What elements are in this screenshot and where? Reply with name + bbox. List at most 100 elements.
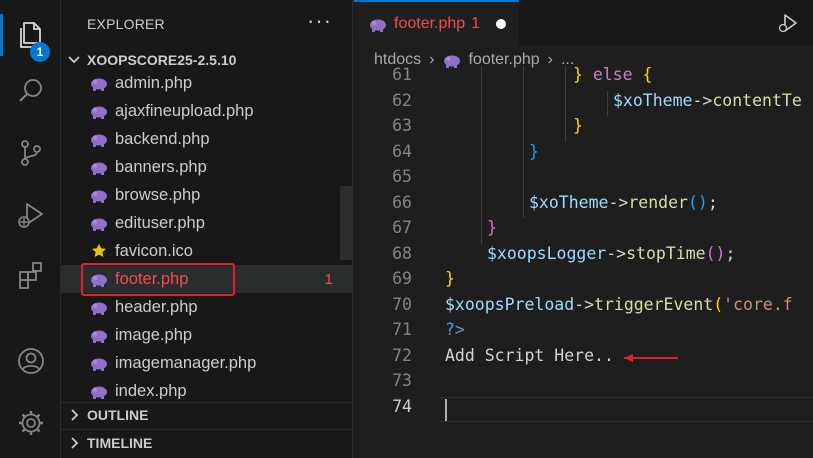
source-control-icon (20, 140, 41, 166)
file-tree: admin.php ajaxfineupload.php backend.php ba… (61, 69, 353, 399)
code-token: () (705, 243, 726, 263)
extensions-icon (18, 262, 42, 289)
file-tree-item[interactable]: browse.php (61, 181, 353, 209)
code-token: -> (692, 90, 713, 110)
php-elephant-icon (89, 325, 109, 345)
code-text: $xoopsPreload->triggerEvent('core.f (445, 295, 793, 314)
file-tree-item[interactable]: backend.php (61, 125, 353, 153)
search-icon (18, 79, 42, 102)
code-token: triggerEvent (594, 294, 714, 314)
code-token: $xoopsPreload (445, 294, 575, 314)
line-number: 66 (392, 192, 412, 212)
php-elephant-icon (89, 297, 109, 317)
php-elephant-icon (89, 353, 109, 373)
file-tree-item[interactable]: favicon.ico (61, 237, 353, 265)
file-name: banners.php (115, 157, 207, 176)
line-number: 69 (392, 269, 412, 288)
line-number: 70 (392, 294, 412, 314)
code-text: } (445, 269, 455, 288)
file-name: browse.php (115, 185, 201, 204)
star-icon (89, 241, 109, 261)
chevron-down-icon (61, 53, 87, 67)
code-editor[interactable]: 61} else {62 $xoTheme->contentTe 63} 64} 65 6… (354, 66, 813, 458)
php-elephant-icon (368, 14, 388, 34)
chevron-right-icon (61, 408, 87, 422)
line-number: 72 (392, 345, 412, 365)
file-name: imagemanager.php (115, 353, 257, 372)
outline-header[interactable]: OUTLINE (61, 403, 353, 427)
run-debug-icon (17, 203, 43, 228)
run-button[interactable] (777, 12, 799, 34)
editor-area: footer.php 1 htdocs › footer.php › ... 6… (354, 0, 813, 458)
timeline-header[interactable]: TIMELINE (61, 431, 353, 455)
file-name: edituser.php (115, 213, 205, 232)
code-text: } (573, 116, 583, 135)
explorer-badge: 1 (30, 42, 50, 62)
line-number: 71 (392, 320, 412, 339)
code-line: 66 $xoTheme->render(); (354, 193, 813, 219)
php-elephant-icon (89, 213, 109, 233)
tab-bar: footer.php 1 (354, 0, 813, 45)
tab-problem-count: 1 (471, 14, 481, 32)
file-tree-item[interactable]: admin.php (61, 69, 353, 97)
code-text: } (487, 218, 497, 237)
code-token: -> (606, 243, 627, 263)
code-token: $xoopsLogger (487, 243, 607, 263)
file-name: image.php (115, 325, 193, 344)
file-tree-item[interactable]: image.php (61, 321, 353, 349)
php-elephant-icon (89, 73, 109, 93)
code-line: 61} else { (354, 66, 813, 91)
code-token: -> (608, 192, 629, 212)
line-number: 74 (392, 396, 412, 416)
file-name: admin.php (115, 73, 193, 92)
settings-button[interactable] (0, 398, 61, 448)
explorer-button[interactable]: 1 (0, 10, 61, 62)
line-number: 64 (392, 141, 412, 161)
account-button[interactable] (0, 336, 61, 386)
run-debug-button[interactable] (0, 190, 61, 240)
code-line: 71 ?> (354, 320, 813, 346)
more-actions-button[interactable]: ··· (307, 8, 332, 34)
source-control-button[interactable] (0, 128, 61, 178)
code-token: stopTime (626, 243, 706, 263)
code-line: 68 $xoopsLogger->stopTime(); (354, 244, 813, 270)
code-token: else (592, 66, 633, 84)
code-token: } (529, 141, 539, 161)
code-token: () (687, 192, 708, 212)
code-token: render (628, 192, 688, 212)
code-token: contentTe (712, 90, 802, 110)
file-tree-item[interactable]: edituser.php (61, 209, 353, 237)
file-tree-item[interactable]: banners.php (61, 153, 353, 181)
unsaved-dot-icon[interactable] (496, 18, 507, 29)
file-tree-item[interactable]: index.php (61, 377, 353, 399)
code-text: $xoTheme->render(); (529, 193, 718, 212)
file-name: ajaxfineupload.php (115, 101, 254, 120)
highlight-annotation-box (81, 263, 235, 296)
line-number: 63 (392, 116, 412, 135)
line-number: 62 (392, 90, 412, 110)
code-line: 65 (354, 167, 813, 193)
extensions-button[interactable] (0, 250, 61, 300)
code-line: 74 (354, 397, 813, 423)
php-elephant-icon (89, 101, 109, 121)
line-number: 65 (392, 167, 412, 186)
settings-gear-icon (18, 411, 43, 435)
search-button[interactable] (0, 66, 61, 116)
code-token: Add Script Here.. (445, 345, 614, 365)
code-token: $xoTheme (613, 90, 693, 110)
line-number: 73 (392, 371, 412, 390)
line-number: 68 (392, 243, 412, 263)
php-elephant-icon (89, 381, 109, 399)
file-tree-item[interactable]: header.php (61, 293, 353, 321)
code-token: -> (574, 294, 595, 314)
folder-name: XOOPSCORE25-2.5.10 (87, 52, 237, 68)
outline-label: OUTLINE (87, 407, 149, 423)
annotation-arrow-icon (624, 353, 678, 362)
code-line: 69} (354, 269, 813, 295)
tab-footer-php[interactable]: footer.php 1 (354, 0, 519, 45)
line-number: 67 (392, 218, 412, 237)
file-tree-item[interactable]: ajaxfineupload.php (61, 97, 353, 125)
code-token: 'core.f (723, 294, 793, 314)
file-tree-item[interactable]: imagemanager.php (61, 349, 353, 377)
sidebar-scrollbar[interactable] (340, 186, 352, 260)
